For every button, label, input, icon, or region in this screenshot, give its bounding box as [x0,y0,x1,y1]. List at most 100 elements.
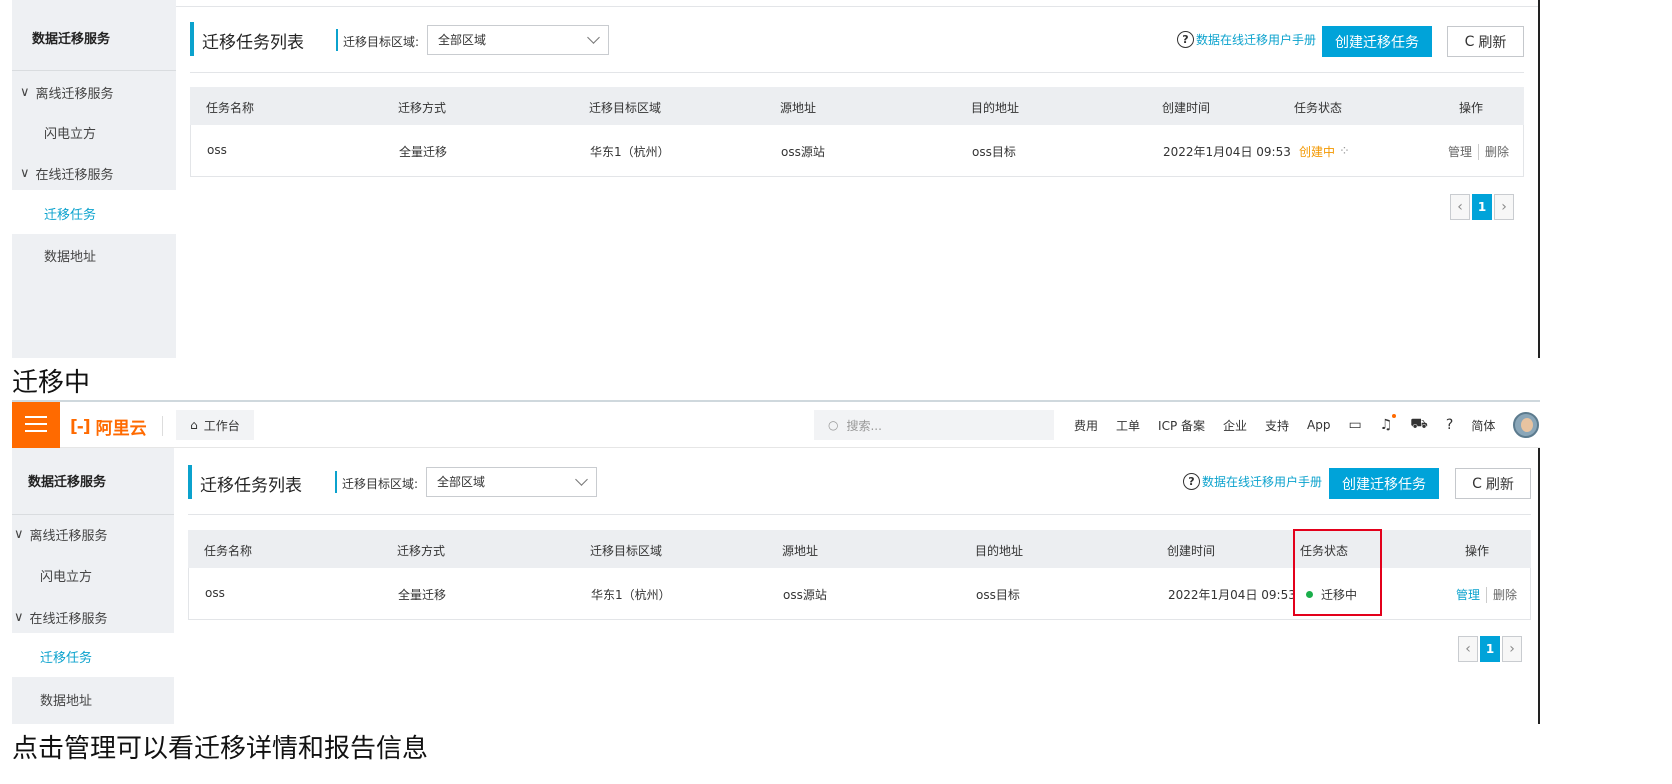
column-header-region: 迁移目标区域 [590,544,663,558]
nav-item-app[interactable]: App [1307,418,1330,432]
chevron-down-icon [575,473,588,486]
header-divider [190,72,1524,73]
nav-item-enterprise[interactable]: 企业 [1223,417,1247,434]
next-page-button[interactable]: › [1502,636,1522,662]
section-label-migrating: 迁移中 [12,368,91,398]
column-header-created: 创建时间 [1167,544,1216,558]
delete-link[interactable]: 删除 [1485,143,1509,160]
cell-source: oss源站 [783,588,827,602]
sidebar-item-data-address[interactable]: 数据地址 [44,246,96,265]
column-header-name: 任务名称 [204,544,253,558]
title-accent-bar [190,22,194,56]
pagination: ‹ 1 › [1450,194,1514,220]
refresh-button[interactable]: C 刷新 [1447,26,1524,57]
cell-name: oss [207,143,227,157]
sidebar-item-migration-tasks[interactable]: 迁移任务 [44,204,96,223]
aliyun-logo[interactable]: [-] 阿里云 [70,414,147,440]
bottom-caption: 点击管理可以看迁移详情和报告信息 [12,734,429,764]
cell-status: 创建中 ⁘ [1299,143,1350,160]
create-task-button[interactable]: 创建迁移任务 [1329,468,1439,499]
language-switch[interactable]: 简体 [1471,417,1495,434]
sidebar-item-lightning-cube[interactable]: 闪电立方 [40,566,92,585]
table-header: 任务名称 迁移方式 迁移目标区域 源地址 目的地址 创建时间 任务状态 操作 [190,87,1524,125]
nav-item-support[interactable]: 支持 [1265,417,1289,434]
bottom-right-edge [1538,448,1540,724]
column-header-destination: 目的地址 [971,101,1020,115]
sidebar-group-offline[interactable]: ∨ 离线迁移服务 [14,525,108,544]
column-header-method: 迁移方式 [397,544,446,558]
refresh-label: 刷新 [1485,476,1514,493]
cell-actions: 管理 删除 [1448,143,1509,160]
manage-link[interactable]: 管理 [1456,586,1480,603]
action-separator [1486,586,1488,603]
search-placeholder: 搜索... [846,418,882,433]
refresh-button[interactable]: C 刷新 [1455,468,1531,499]
next-page-button[interactable]: › [1494,194,1514,220]
sidebar-item-migration-tasks[interactable]: 迁移任务 [40,647,92,666]
sidebar-group-online[interactable]: ∨ 在线迁移服务 [20,164,114,183]
prev-page-button[interactable]: ‹ [1450,194,1470,220]
region-select[interactable]: 全部区域 [427,25,609,55]
chevron-down-icon [587,31,600,44]
nav-item-icp[interactable]: ICP 备案 [1158,417,1205,434]
top-edge-line [12,6,1540,7]
question-icon: ? [1183,473,1200,490]
avatar[interactable] [1513,412,1540,438]
column-header-actions: 操作 [1465,544,1490,558]
hamburger-line [25,430,47,432]
question-icon: ? [1177,31,1194,48]
search-input[interactable]: ○ 搜索... [814,410,1054,440]
sidebar-item-data-address[interactable]: 数据地址 [40,690,92,709]
help-manual-link[interactable]: ? 数据在线迁移用户手册 [1177,31,1316,48]
page-button-current[interactable]: 1 [1472,194,1492,220]
sidebar-group-offline[interactable]: ∨ 离线迁移服务 [20,83,114,102]
workbench-button[interactable]: ⌂ 工作台 [176,410,254,440]
column-header-name: 任务名称 [206,101,255,115]
terminal-icon[interactable]: ▭ [1349,417,1362,433]
top-sidebar: 数据迁移服务 ∨ 离线迁移服务 闪电立方 ∨ 在线迁移服务 迁移任务 数据地址 [12,0,176,358]
help-manual-link[interactable]: ? 数据在线迁移用户手册 [1183,473,1322,490]
chevron-down-icon: ∨ [14,610,24,625]
help-manual-label: 数据在线迁移用户手册 [1202,475,1323,489]
cell-method: 全量迁移 [399,145,448,159]
status-highlight-box [1293,529,1382,616]
column-header-destination: 目的地址 [975,544,1024,558]
cell-name: oss [205,586,225,600]
create-task-button[interactable]: 创建迁移任务 [1322,26,1432,57]
sidebar-group-label: 在线迁移服务 [29,612,108,627]
logo-divider [162,416,163,436]
page-button-current[interactable]: 1 [1480,636,1500,662]
cart-icon[interactable]: ⛟ [1410,416,1428,434]
bottom-sidebar: 数据迁移服务 ∨ 离线迁移服务 闪电立方 ∨ 在线迁移服务 迁移任务 数据地址 [12,448,174,724]
sidebar-separator [12,514,174,515]
cell-created: 2022年1月04日 09:53 [1168,588,1296,602]
nav-item-tickets[interactable]: 工单 [1116,417,1140,434]
refresh-icon: C [1464,33,1475,50]
chevron-down-icon: ∨ [20,166,30,181]
help-circle-icon[interactable]: ? [1446,417,1453,433]
region-label: 迁移目标区域: [342,477,419,491]
cell-method: 全量迁移 [398,588,447,602]
column-header-source: 源地址 [780,101,817,115]
bell-icon[interactable]: ♫ [1380,414,1397,433]
manage-link[interactable]: 管理 [1448,143,1472,160]
sidebar-group-online[interactable]: ∨ 在线迁移服务 [14,608,108,627]
prev-page-button[interactable]: ‹ [1458,636,1478,662]
cell-created: 2022年1月04日 09:53 [1163,145,1291,159]
refresh-label: 刷新 [1478,34,1507,51]
sidebar-group-label: 离线迁移服务 [35,87,114,102]
hamburger-line [25,416,47,418]
column-header-method: 迁移方式 [398,101,447,115]
region-accent-bar [336,29,338,51]
sidebar-item-lightning-cube[interactable]: 闪电立方 [44,123,96,142]
workbench-label: 工作台 [203,418,240,433]
header-divider [188,514,1531,515]
aliyun-logo-icon: [-] [70,416,91,437]
nav-item-billing[interactable]: 费用 [1074,417,1098,434]
menu-button[interactable] [12,402,60,448]
sidebar-title: 数据迁移服务 [28,475,107,490]
cell-destination: oss目标 [972,145,1016,159]
cell-region: 华东1（杭州） [591,588,671,602]
delete-link[interactable]: 删除 [1493,586,1517,603]
region-select[interactable]: 全部区域 [426,467,597,497]
